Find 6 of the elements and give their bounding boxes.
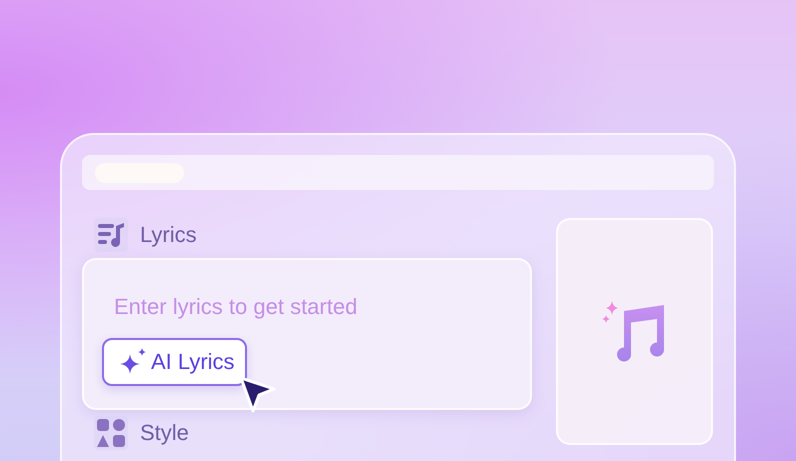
lyrics-field[interactable]: Enter lyrics to get started — [102, 294, 454, 324]
lyrics-icon — [94, 218, 128, 252]
section-label: Lyrics — [140, 222, 197, 248]
section-label: Style — [140, 420, 189, 446]
shapes-icon — [94, 416, 128, 450]
ai-lyrics-button[interactable]: AI Lyrics — [102, 338, 247, 386]
